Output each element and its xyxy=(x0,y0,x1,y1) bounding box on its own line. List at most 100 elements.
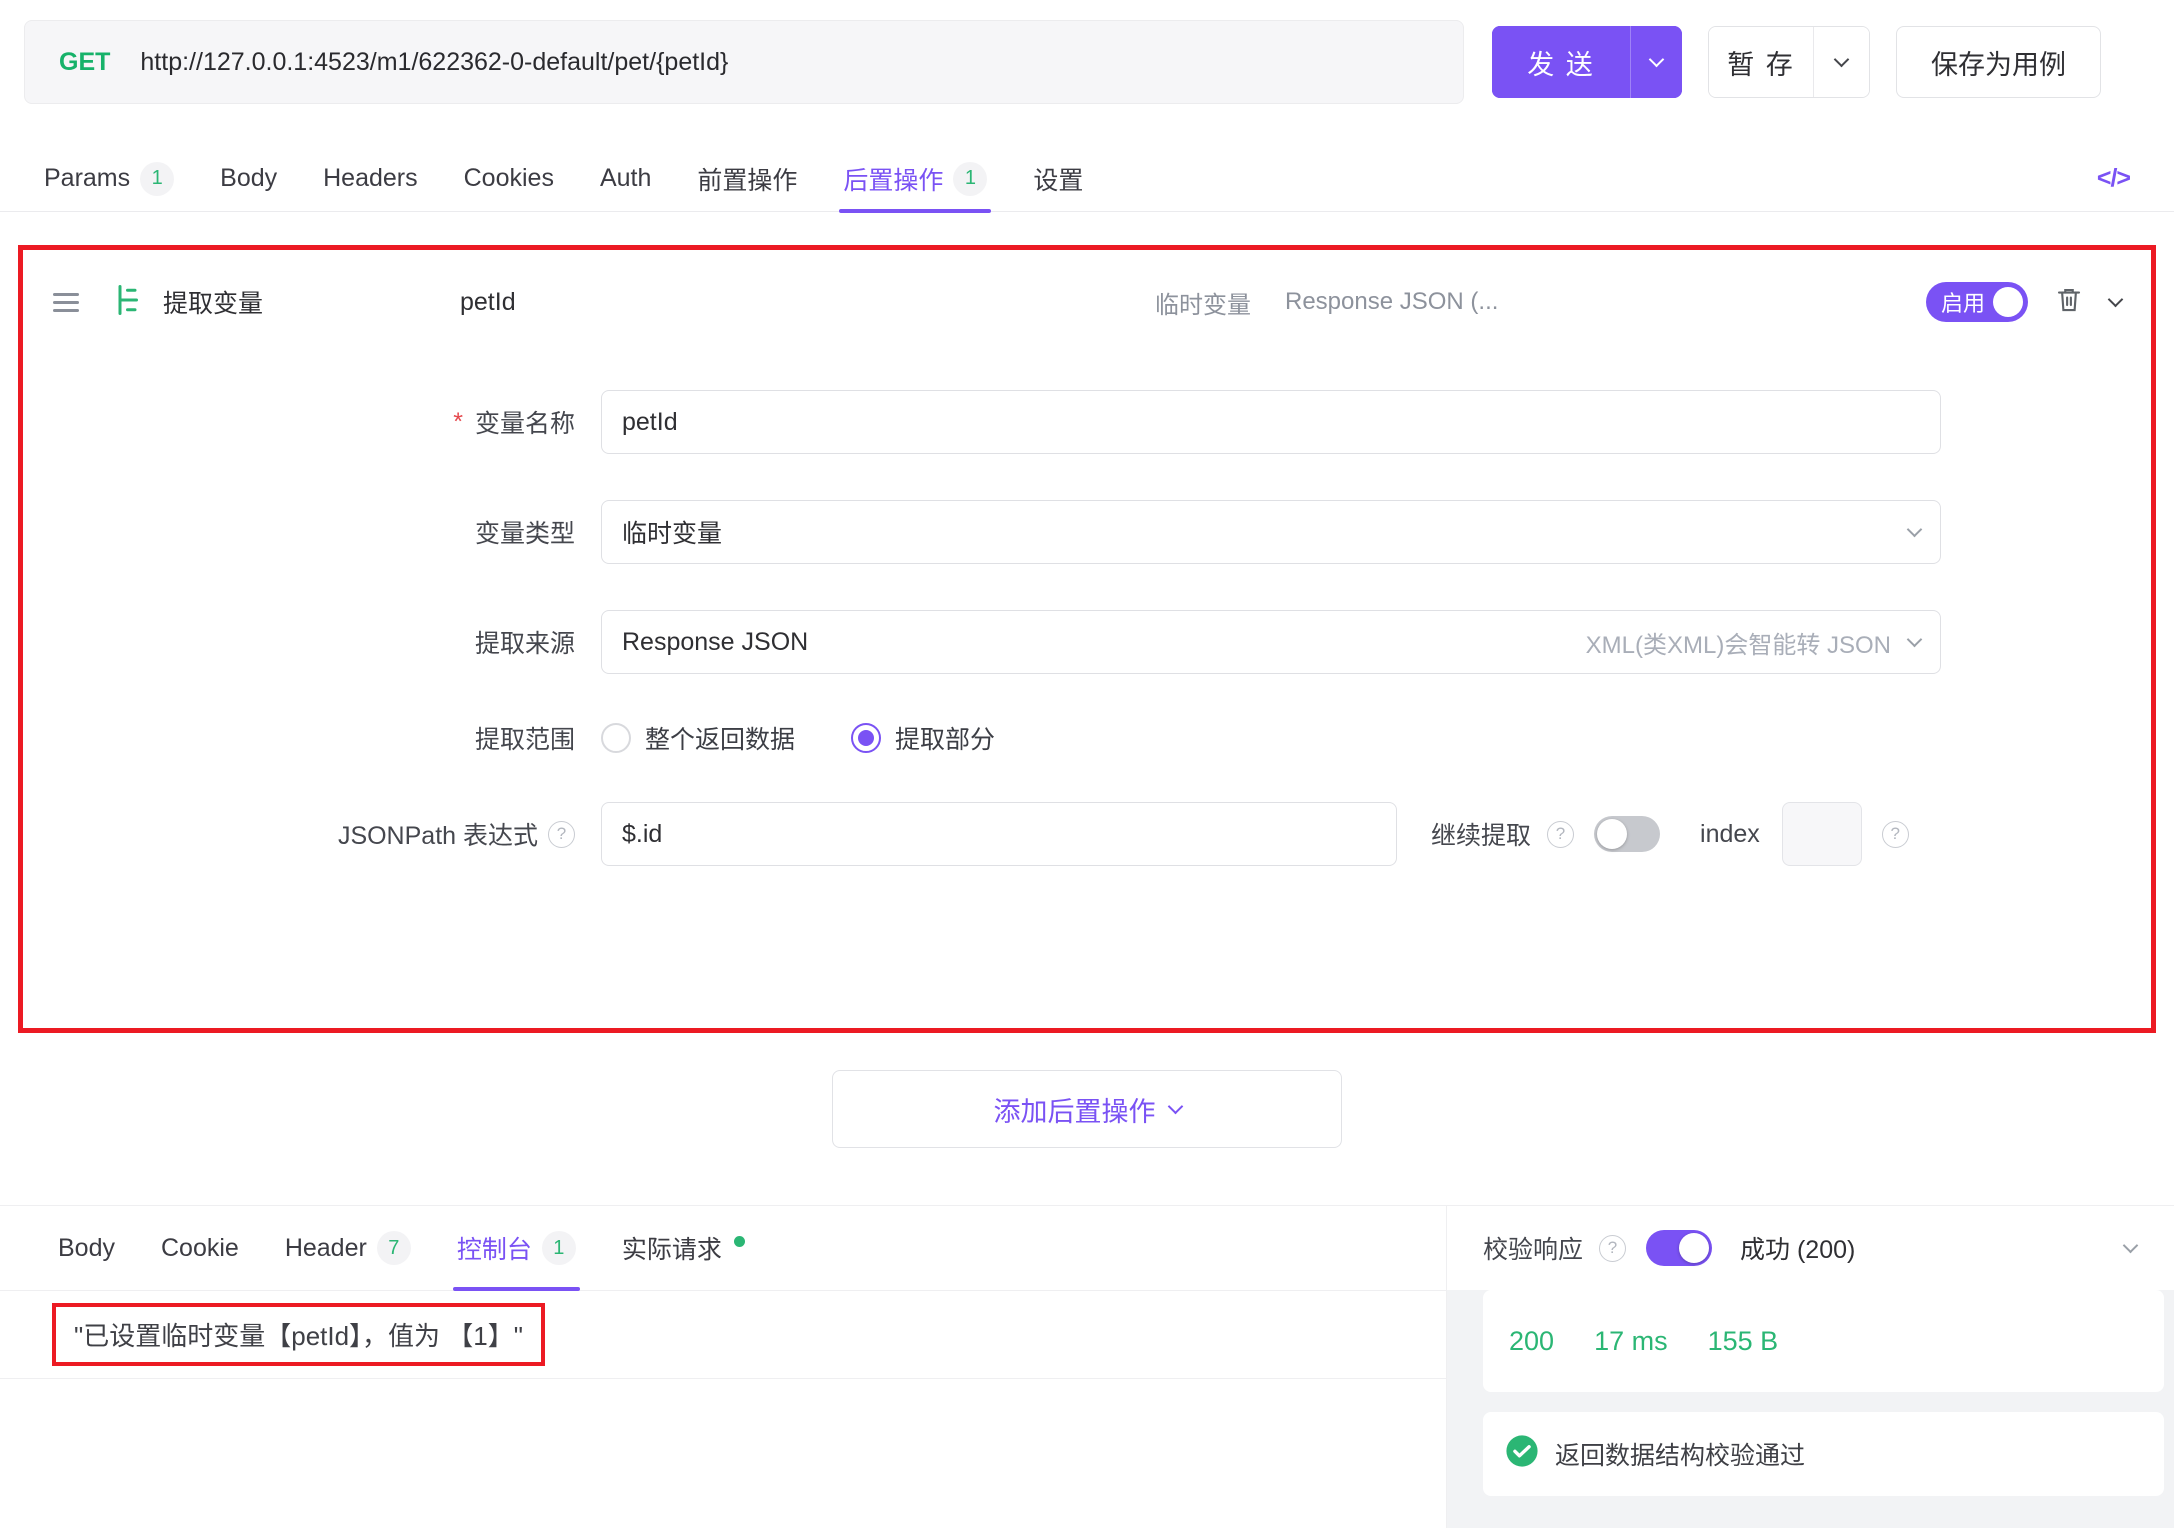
extract-variable-icon xyxy=(111,282,147,323)
help-icon[interactable]: ? xyxy=(1547,821,1574,848)
extract-card-form: *变量名称 变量类型 临时变量 提取来源 Response JSON X xyxy=(23,354,2151,866)
jsonpath-label: JSONPath 表达式 xyxy=(338,816,538,852)
help-icon[interactable]: ? xyxy=(548,821,575,848)
enable-toggle[interactable]: 启用 xyxy=(1926,282,2028,322)
code-view-icon[interactable]: </> xyxy=(2097,164,2130,193)
var-name-row: * 变量名称 xyxy=(23,390,2151,454)
tab-headers[interactable]: Headers xyxy=(323,146,418,212)
extract-card-header[interactable]: 提取变量 petId 临时变量 Response JSON (... 启用 xyxy=(23,250,2151,354)
var-type-select[interactable]: 临时变量 xyxy=(601,500,1941,564)
send-button-group: 发 送 xyxy=(1492,26,1682,98)
card-variable-name: petId xyxy=(460,288,516,317)
post-actions-count-badge: 1 xyxy=(953,162,987,196)
jsonpath-row: JSONPath 表达式 ? 继续提取 ? index ? xyxy=(23,802,2151,866)
chevron-down-icon xyxy=(1834,51,1850,67)
chevron-down-icon xyxy=(1907,631,1923,647)
scope-label: 提取范围 xyxy=(53,720,601,756)
index-input[interactable] xyxy=(1782,802,1862,866)
response-stats-card: 200 17 ms 155 B xyxy=(1483,1290,2164,1392)
chevron-down-icon xyxy=(1907,521,1923,537)
add-post-action-button[interactable]: 添加后置操作 xyxy=(832,1070,1342,1148)
scope-radio-full-label[interactable]: 整个返回数据 xyxy=(645,720,795,756)
send-dropdown-button[interactable] xyxy=(1630,26,1682,98)
tab-response-header[interactable]: Header 7 xyxy=(285,1206,411,1290)
card-title: 提取变量 xyxy=(163,284,263,320)
schema-validation-card: 返回数据结构校验通过 xyxy=(1483,1412,2164,1496)
scope-radio-part[interactable] xyxy=(851,723,881,753)
tab-settings[interactable]: 设置 xyxy=(1033,146,1083,212)
chevron-down-icon xyxy=(1649,51,1665,67)
send-button[interactable]: 发 送 xyxy=(1492,26,1630,98)
console-line: "已设置临时变量【petId】，值为 【1】" xyxy=(74,1321,523,1351)
validate-response-label: 校验响应 xyxy=(1483,1230,1583,1266)
index-label: index xyxy=(1700,820,1760,849)
var-name-label: 变量名称 xyxy=(475,404,575,440)
save-as-case-button[interactable]: 保存为用例 xyxy=(1896,26,2101,98)
scope-radio-part-label[interactable]: 提取部分 xyxy=(895,720,995,756)
tab-response-cookie[interactable]: Cookie xyxy=(161,1206,239,1290)
status-code: 200 xyxy=(1509,1326,1554,1357)
jsonpath-input[interactable] xyxy=(601,802,1397,866)
console-output: "已设置临时变量【petId】，值为 【1】" xyxy=(0,1290,1446,1379)
tab-auth[interactable]: Auth xyxy=(600,146,651,212)
scope-row: 提取范围 整个返回数据 提取部分 xyxy=(23,720,2151,756)
help-icon[interactable]: ? xyxy=(1882,821,1909,848)
required-mark: * xyxy=(453,408,463,437)
response-status-text: 成功 (200) xyxy=(1740,1230,1855,1266)
card-summary-type: 临时变量 xyxy=(1155,285,1251,320)
response-size: 155 B xyxy=(1708,1326,1779,1357)
source-row: 提取来源 Response JSON XML(类XML)会智能转 JSON xyxy=(23,610,2151,674)
scope-radio-full[interactable] xyxy=(601,723,631,753)
tab-post-actions[interactable]: 后置操作 1 xyxy=(843,146,987,212)
var-type-label: 变量类型 xyxy=(53,514,601,550)
validation-body: 200 17 ms 155 B 返回数据结构校验通过 xyxy=(1447,1290,2174,1528)
schema-validation-text: 返回数据结构校验通过 xyxy=(1555,1436,1805,1472)
url-field[interactable]: GET http://127.0.0.1:4523/m1/622362-0-de… xyxy=(24,20,1464,104)
continue-extract-toggle[interactable] xyxy=(1594,816,1660,852)
request-bar: GET http://127.0.0.1:4523/m1/622362-0-de… xyxy=(24,20,2152,104)
toggle-knob xyxy=(1993,287,2023,317)
tab-cookies[interactable]: Cookies xyxy=(464,146,554,212)
help-icon[interactable]: ? xyxy=(1599,1235,1626,1262)
notification-dot xyxy=(734,1236,745,1247)
method-select[interactable]: GET xyxy=(59,48,110,77)
api-client-page: GET http://127.0.0.1:4523/m1/622362-0-de… xyxy=(0,0,2174,1528)
var-type-row: 变量类型 临时变量 xyxy=(23,500,2151,564)
stash-button[interactable]: 暂 存 xyxy=(1709,27,1813,97)
url-text[interactable]: http://127.0.0.1:4523/m1/622362-0-defaul… xyxy=(140,48,728,77)
response-time: 17 ms xyxy=(1594,1326,1668,1357)
source-hint: XML(类XML)会智能转 JSON xyxy=(1586,625,1891,660)
tab-body[interactable]: Body xyxy=(220,146,277,212)
tab-response-body[interactable]: Body xyxy=(58,1206,115,1290)
response-area: Body Cookie Header 7 控制台 1 实际请求 "已设置临时变量… xyxy=(0,1205,2174,1528)
validate-response-toggle[interactable] xyxy=(1646,1230,1712,1266)
toggle-knob xyxy=(1597,819,1627,849)
toggle-knob xyxy=(1679,1233,1709,1263)
response-right-pane: 校验响应 ? 成功 (200) 200 17 ms 155 B 返回数据结构校验… xyxy=(1447,1206,2174,1528)
response-left-pane: Body Cookie Header 7 控制台 1 实际请求 "已设置临时变量… xyxy=(0,1206,1447,1528)
response-tabs: Body Cookie Header 7 控制台 1 实际请求 xyxy=(0,1206,1446,1290)
params-count-badge: 1 xyxy=(140,162,174,196)
request-actions: 发 送 暂 存 保存为用例 xyxy=(1492,26,2101,98)
tab-params[interactable]: Params 1 xyxy=(44,146,174,212)
collapse-chevron-icon[interactable] xyxy=(2123,1237,2139,1253)
var-name-input[interactable] xyxy=(601,390,1941,454)
chevron-down-icon xyxy=(1167,1098,1183,1114)
tab-pre-actions[interactable]: 前置操作 xyxy=(697,146,797,212)
source-select[interactable]: Response JSON XML(类XML)会智能转 JSON xyxy=(601,610,1941,674)
check-circle-icon xyxy=(1505,1434,1539,1475)
extract-variable-card: 提取变量 petId 临时变量 Response JSON (... 启用 * 变… xyxy=(18,245,2156,1033)
console-count-badge: 1 xyxy=(542,1231,576,1265)
collapse-chevron-icon[interactable] xyxy=(2108,291,2124,307)
continue-extract-label: 继续提取 xyxy=(1431,816,1531,852)
header-count-badge: 7 xyxy=(377,1231,411,1265)
source-label: 提取来源 xyxy=(53,624,601,660)
console-line-annotation: "已设置临时变量【petId】，值为 【1】" xyxy=(52,1303,545,1366)
delete-icon[interactable] xyxy=(2054,285,2084,320)
card-summary-source: Response JSON (... xyxy=(1285,288,1498,316)
request-tabs: Params 1 Body Headers Cookies Auth 前置操作 … xyxy=(0,146,2174,212)
drag-handle-icon[interactable] xyxy=(53,293,79,312)
tab-console[interactable]: 控制台 1 xyxy=(457,1206,576,1290)
stash-dropdown-button[interactable] xyxy=(1813,27,1869,97)
tab-actual-request[interactable]: 实际请求 xyxy=(622,1206,745,1290)
